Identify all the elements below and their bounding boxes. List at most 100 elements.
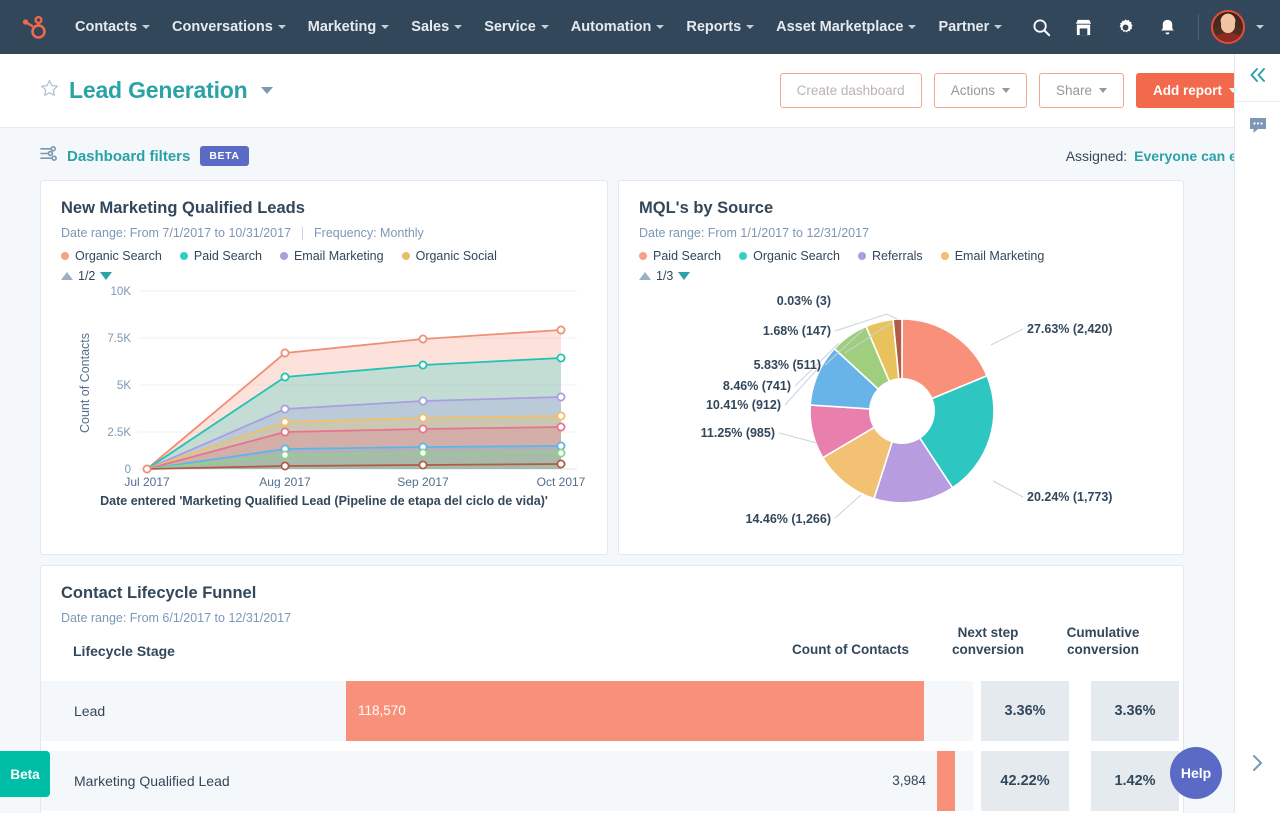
account-menu-chevron-down-icon[interactable]	[1256, 25, 1264, 29]
svg-text:8.46% (741): 8.46% (741)	[723, 379, 791, 393]
nav-item-service[interactable]: Service	[473, 13, 560, 41]
chevron-right-icon	[1250, 754, 1264, 777]
avatar-shoulders	[1215, 33, 1241, 42]
assigned-label: Assigned:	[1065, 148, 1128, 164]
assigned-info: Assigned: Everyone can edit	[1066, 148, 1254, 164]
svg-text:1.68% (147): 1.68% (147)	[763, 324, 831, 338]
notifications-bell-icon[interactable]	[1148, 8, 1186, 46]
nav-item-contacts[interactable]: Contacts	[64, 13, 161, 41]
card-meta: Date range: From 1/1/2017 to 12/31/2017	[639, 226, 1163, 240]
user-avatar[interactable]	[1211, 10, 1245, 44]
funnel-row-marketing-qualified-lead[interactable]: Marketing Qualified Lead 3,984 42.22% 1.…	[41, 750, 1183, 811]
nav-label: Service	[484, 19, 536, 35]
nav-label: Sales	[411, 19, 450, 35]
double-chevron-left-icon	[1248, 67, 1268, 88]
legend-color-dot	[401, 252, 410, 260]
nav-item-marketing[interactable]: Marketing	[297, 13, 401, 41]
nav-item-reports[interactable]: Reports	[675, 13, 765, 41]
donut-chart-canvas: 0.03% (3) 1.68% (147) 5.83% (511) 8.46% …	[639, 283, 1163, 538]
legend-label: Organic Social	[415, 249, 497, 263]
column-header-cumulative-conversion: Cumulative conversion	[1066, 625, 1140, 657]
svg-text:5K: 5K	[117, 380, 131, 392]
nav-label: Automation	[570, 19, 652, 35]
legend-color-dot	[179, 252, 188, 260]
date-range-text: Date range: From 6/1/2017 to 12/31/2017	[61, 611, 292, 625]
legend-color-dot	[639, 252, 647, 260]
share-button[interactable]: Share	[1038, 73, 1124, 108]
legend-item[interactable]: Organic Search	[739, 249, 840, 263]
column-header-count-of-contacts: Count of Contacts	[792, 641, 909, 657]
chevron-down-icon	[277, 25, 286, 29]
legend-color-dot	[739, 252, 748, 260]
avatar-face	[1221, 18, 1235, 33]
funnel-row-label: Marketing Qualified Lead	[41, 750, 346, 811]
beta-fab-label: Beta	[10, 766, 40, 782]
legend-item[interactable]: Organic Social	[401, 249, 497, 263]
card-title: MQL's by Source	[639, 199, 774, 217]
marketplace-icon[interactable]	[1064, 8, 1102, 46]
legend-page-up-icon[interactable]	[61, 272, 73, 280]
help-button[interactable]: Help	[1170, 747, 1222, 799]
filter-sliders-icon	[40, 146, 57, 166]
nav-item-sales[interactable]: Sales	[400, 13, 473, 41]
nav-item-partner[interactable]: Partner	[927, 13, 1013, 41]
card-mqls-by-source: MQL's by Source Date range: From 1/1/201…	[618, 180, 1184, 555]
legend-page-down-icon[interactable]	[678, 272, 691, 280]
nav-label: Contacts	[75, 19, 138, 35]
funnel-row-lead[interactable]: Lead 118,570 3.36% 3.36%	[41, 680, 1183, 741]
chevron-down-icon	[381, 25, 390, 29]
svg-text:10.41% (912): 10.41% (912)	[706, 398, 781, 412]
dashboard-filters-button[interactable]: Dashboard filters BETA	[40, 146, 249, 166]
legend-color-dot	[61, 252, 69, 260]
legend-color-dot	[279, 252, 288, 260]
chart-legend: Paid Search Organic Search Referrals Ema…	[639, 249, 1163, 263]
chevron-down-icon	[142, 25, 151, 29]
lifecycle-stage-header: Lifecycle Stage	[73, 642, 175, 659]
top-navigation-bar: Contacts Conversations Marketing Sales S…	[0, 0, 1280, 54]
collapse-sidebar-button[interactable]	[1235, 54, 1280, 102]
main-nav-items: Contacts Conversations Marketing Sales S…	[64, 13, 1013, 41]
gear-icon[interactable]	[1106, 8, 1144, 46]
svg-text:14.46% (1,266): 14.46% (1,266)	[746, 512, 831, 526]
nav-item-conversations[interactable]: Conversations	[161, 13, 297, 41]
chat-panel-button[interactable]	[1235, 102, 1280, 154]
favorite-star-icon[interactable]	[40, 79, 59, 103]
dashboard-row-top: New Marketing Qualified Leads Date range…	[40, 180, 1254, 555]
legend-page-down-icon[interactable]	[100, 272, 113, 280]
actions-button[interactable]: Actions	[933, 73, 1027, 108]
create-dashboard-button[interactable]: Create dashboard	[779, 73, 922, 108]
legend-label: Email Marketing	[293, 249, 384, 263]
expand-sidebar-button[interactable]	[1234, 745, 1280, 785]
legend-label: Email Marketing	[954, 249, 1045, 263]
nav-label: Conversations	[172, 19, 273, 35]
dashboard-switcher-chevron-down-icon[interactable]	[260, 87, 273, 94]
legend-page-indicator: 1/3	[656, 269, 674, 283]
legend-item[interactable]: Email Marketing	[279, 249, 384, 263]
legend-item[interactable]: Referrals	[857, 249, 923, 263]
chevron-down-icon	[1001, 88, 1010, 93]
date-range-text: Date range: From 7/1/2017 to 10/31/2017	[61, 226, 292, 240]
button-label: Actions	[950, 83, 995, 98]
svg-text:10K: 10K	[111, 286, 132, 298]
nav-label: Partner	[938, 19, 990, 35]
svg-text:Aug 2017: Aug 2017	[259, 475, 311, 488]
hubspot-logo-icon[interactable]	[12, 14, 54, 40]
legend-page-up-icon[interactable]	[639, 272, 651, 280]
funnel-header-row: Lifecycle Stage Count of Contacts Next s…	[61, 625, 1163, 659]
card-contact-lifecycle-funnel: Contact Lifecycle Funnel Date range: Fro…	[40, 565, 1184, 813]
beta-feedback-button[interactable]: Beta	[0, 751, 50, 797]
card-meta: Date range: From 6/1/2017 to 12/31/2017	[61, 611, 1163, 625]
legend-item[interactable]: Paid Search	[179, 249, 262, 263]
button-label: Add report	[1153, 83, 1222, 98]
legend-label: Referrals	[871, 249, 923, 263]
nav-item-asset-marketplace[interactable]: Asset Marketplace	[765, 13, 927, 41]
nav-right-cluster	[1022, 8, 1264, 46]
funnel-bar	[937, 750, 955, 811]
legend-item[interactable]: Paid Search	[639, 249, 721, 263]
legend-pager: 1/2	[61, 269, 587, 283]
search-icon[interactable]	[1022, 8, 1060, 46]
legend-item[interactable]: Email Marketing	[940, 249, 1045, 263]
legend-item[interactable]: Organic Search	[61, 249, 162, 263]
card-title: Contact Lifecycle Funnel	[61, 584, 257, 602]
nav-item-automation[interactable]: Automation	[560, 13, 676, 41]
